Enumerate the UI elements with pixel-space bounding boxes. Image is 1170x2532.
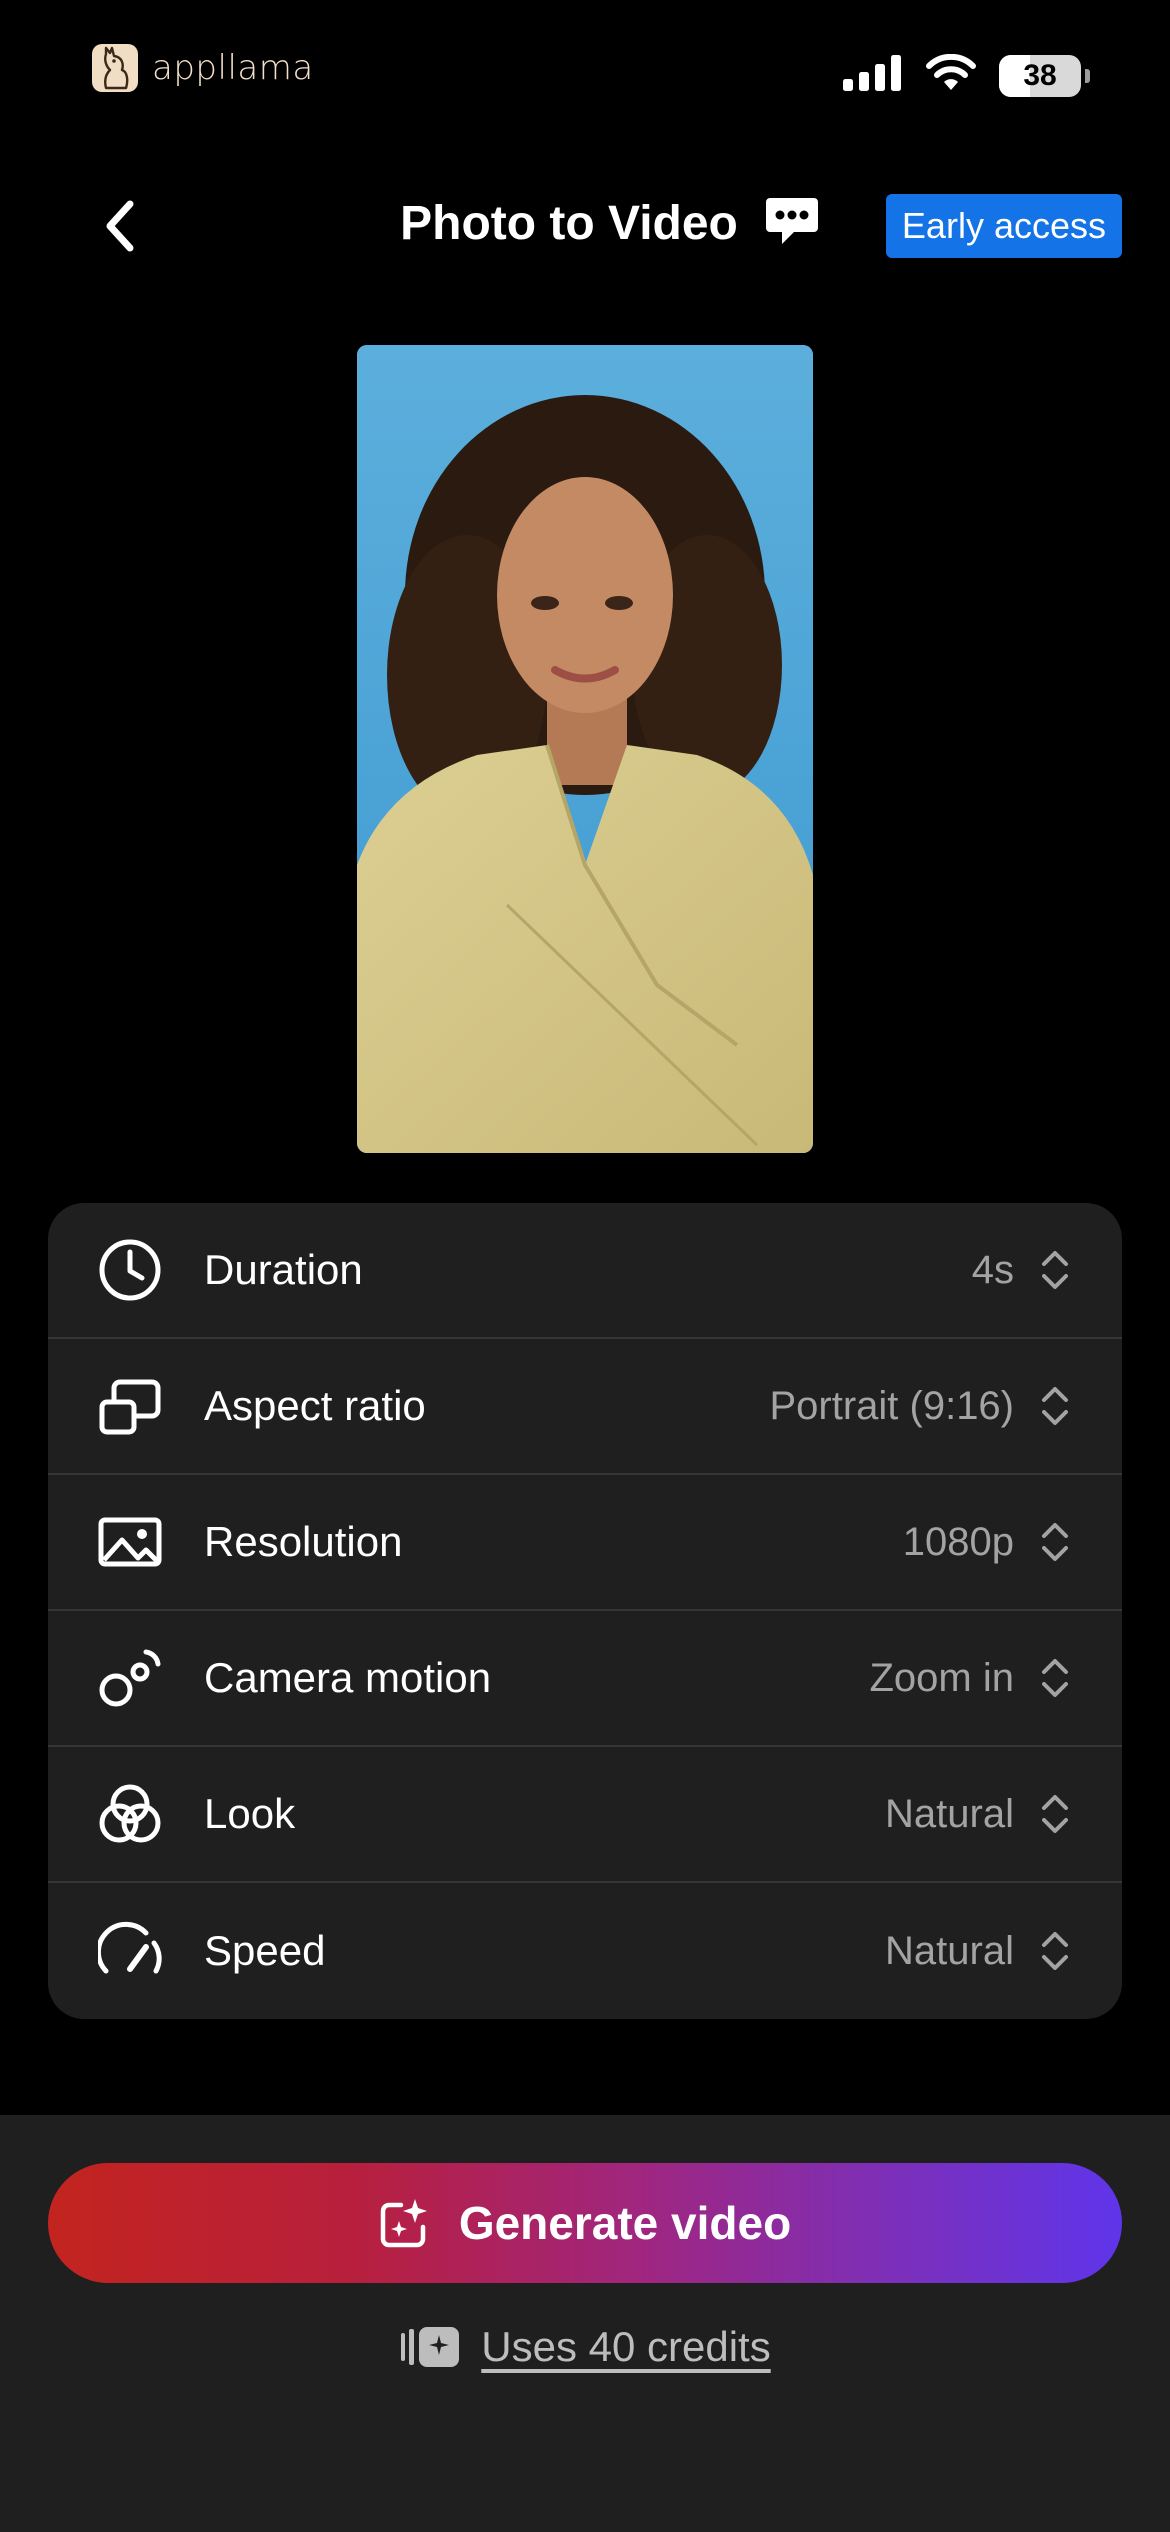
setting-row-resolution[interactable]: Resolution 1080p [48, 1475, 1122, 1611]
battery-tip [1085, 68, 1090, 83]
chevron-up-down-icon [1040, 1792, 1070, 1836]
feedback-icon[interactable] [764, 194, 820, 253]
chevron-up-down-icon [1040, 1656, 1070, 1700]
setting-label: Duration [204, 1246, 363, 1293]
wifi-icon [925, 53, 977, 97]
settings-card: Duration 4s Aspect ratio Portrait (9:16)… [48, 1203, 1122, 2019]
status-bar: appllama 38 [0, 0, 1170, 150]
credits-icon [401, 2327, 460, 2367]
setting-label: Camera motion [204, 1654, 492, 1701]
status-icons: 38 [843, 53, 1090, 97]
setting-value: Natural [885, 1791, 1014, 1836]
setting-row-camera-motion[interactable]: Camera motion Zoom in [48, 1611, 1122, 1747]
generate-video-label: Generate video [458, 2197, 792, 2249]
setting-value: 4s [971, 1247, 1014, 1292]
portrait-photo-image [357, 345, 813, 1153]
chevron-up-down-icon [1040, 1248, 1070, 1292]
credits-link[interactable]: Uses 40 credits [481, 2323, 770, 2371]
source-photo-preview[interactable] [357, 345, 813, 1153]
setting-label: Aspect ratio [204, 1382, 426, 1429]
aspect-ratio-icon [98, 1374, 162, 1438]
cellular-signal-icon [843, 55, 903, 96]
setting-row-look[interactable]: Look Natural [48, 1747, 1122, 1883]
setting-row-aspect-ratio[interactable]: Aspect ratio Portrait (9:16) [48, 1339, 1122, 1475]
clock-icon [98, 1238, 162, 1302]
setting-value: Natural [885, 1928, 1014, 1973]
setting-row-duration[interactable]: Duration 4s [48, 1203, 1122, 1339]
setting-value: 1080p [902, 1519, 1014, 1564]
setting-value: Zoom in [869, 1655, 1015, 1700]
logo-text: appllama [152, 48, 314, 88]
chevron-up-down-icon [1040, 1384, 1070, 1428]
llama-logo-icon [92, 44, 138, 92]
setting-value: Portrait (9:16) [769, 1383, 1014, 1428]
setting-row-speed[interactable]: Speed Natural [48, 1883, 1122, 2019]
setting-label: Speed [204, 1927, 326, 1974]
image-icon [98, 1510, 162, 1574]
page-title: Photo to Video [400, 197, 738, 250]
setting-label: Look [204, 1790, 296, 1837]
chevron-up-down-icon [1040, 1929, 1070, 1973]
credits-info[interactable]: Uses 40 credits [0, 2323, 1170, 2371]
look-icon [98, 1782, 162, 1846]
app-logo: appllama [92, 44, 314, 92]
battery-level: 38 [1023, 58, 1057, 92]
battery-indicator: 38 [999, 54, 1081, 97]
speedometer-icon [98, 1919, 162, 1983]
page-header: Photo to Video Early access [0, 180, 1170, 270]
camera-motion-icon [98, 1646, 162, 1710]
setting-label: Resolution [204, 1518, 403, 1565]
bottom-action-bar: Generate video Uses 40 credits [0, 2115, 1170, 2532]
generate-video-button[interactable]: Generate video [48, 2163, 1122, 2283]
sparkle-image-icon [380, 2199, 427, 2248]
early-access-badge[interactable]: Early access [885, 194, 1122, 258]
chevron-up-down-icon [1040, 1520, 1070, 1564]
